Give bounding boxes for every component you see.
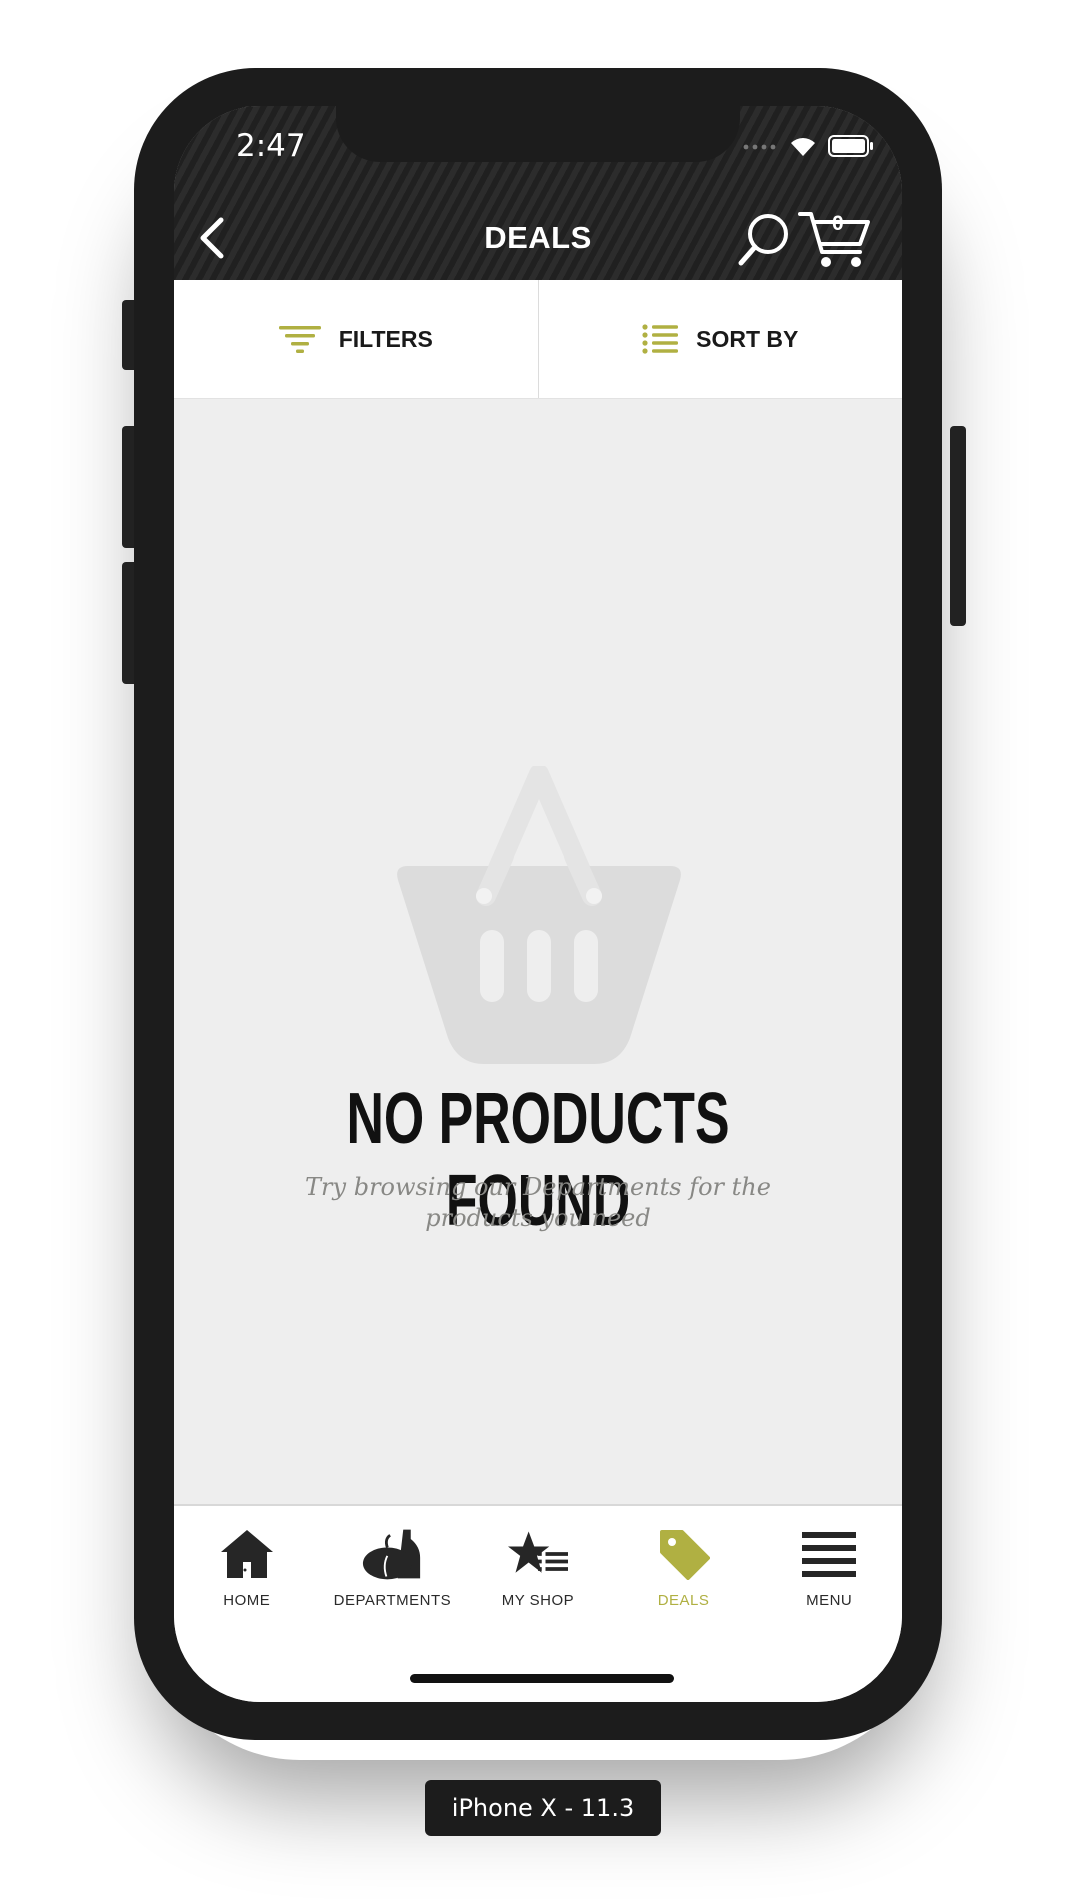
status-time: 2:47 bbox=[236, 128, 306, 164]
tab-label: MY SHOP bbox=[501, 1592, 575, 1609]
tab-my-shop[interactable]: MY SHOP bbox=[465, 1506, 611, 1626]
home-icon bbox=[217, 1526, 277, 1582]
status-indicators bbox=[742, 134, 874, 158]
filters-button[interactable]: FILTERS bbox=[174, 280, 538, 398]
app-header: 2:47 DEALS 0 bbox=[174, 106, 902, 280]
wifi-icon bbox=[791, 138, 815, 156]
signal-icon bbox=[743, 144, 776, 150]
tab-label: HOME bbox=[223, 1592, 271, 1609]
menu-icon bbox=[799, 1526, 859, 1582]
filter-icon bbox=[278, 326, 321, 353]
search-icon bbox=[738, 214, 788, 266]
filters-label: FILTERS bbox=[338, 325, 433, 352]
cart-count-badge: 0 bbox=[832, 212, 844, 235]
bottom-tab-bar: HOME DEPARTMENTS MY SHOP DEALS MENU bbox=[174, 1504, 902, 1702]
basket-icon bbox=[397, 766, 681, 1064]
tab-label: MENU bbox=[806, 1592, 853, 1609]
departments-icon bbox=[362, 1526, 422, 1582]
device-label: iPhone X - 11.3 bbox=[425, 1780, 661, 1836]
tab-home[interactable]: HOME bbox=[174, 1506, 320, 1626]
tab-label: DEPARTMENTS bbox=[333, 1592, 452, 1609]
app-screen: 2:47 DEALS 0 FILTERS SORT BY NO PRODUCTS… bbox=[174, 106, 902, 1702]
list-icon bbox=[642, 324, 679, 354]
phone-frame: 2:47 DEALS 0 FILTERS SORT BY NO PRODUCTS… bbox=[134, 68, 942, 1740]
deals-tag-icon bbox=[654, 1526, 714, 1582]
tab-label: DEALS bbox=[657, 1592, 710, 1609]
home-indicator[interactable] bbox=[410, 1674, 674, 1683]
empty-state-subtitle: Try browsing our Departments for the pro… bbox=[305, 1173, 771, 1232]
tab-deals[interactable]: DEALS bbox=[611, 1506, 757, 1626]
search-button[interactable] bbox=[734, 210, 794, 270]
my-shop-icon bbox=[507, 1526, 568, 1582]
sort-by-button[interactable]: SORT BY bbox=[539, 280, 903, 398]
cart-button[interactable]: 0 bbox=[798, 208, 878, 272]
power-button bbox=[950, 426, 966, 626]
empty-state: NO PRODUCTS FOUND Try browsing our Depar… bbox=[174, 398, 902, 1504]
tab-departments[interactable]: DEPARTMENTS bbox=[320, 1506, 466, 1626]
sort-by-label: SORT BY bbox=[696, 325, 799, 352]
tab-menu[interactable]: MENU bbox=[756, 1506, 902, 1626]
notch bbox=[336, 106, 740, 162]
filter-sort-toolbar: FILTERS SORT BY bbox=[174, 280, 902, 399]
battery-icon bbox=[828, 135, 873, 157]
